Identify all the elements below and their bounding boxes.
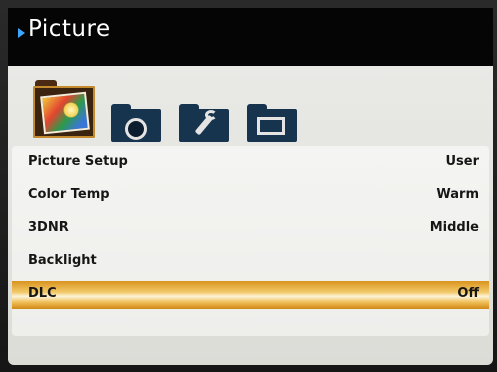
title-arrow-icon: [18, 28, 25, 38]
tv-screen: Picture Picture Setup User Color Temp Wa…: [0, 0, 497, 372]
menu-item-label: Color Temp: [28, 187, 110, 202]
category-icon-row: [33, 80, 333, 144]
menu-item-label: 3DNR: [28, 220, 69, 235]
menu-list: Picture Setup User Color Temp Warm 3DNR …: [12, 146, 489, 336]
menu-item-3dnr[interactable]: 3DNR Middle: [12, 215, 489, 243]
menu-item-label: Picture Setup: [28, 154, 128, 169]
menu-item-color-temp[interactable]: Color Temp Warm: [12, 182, 489, 210]
menu-item-value: Off: [457, 286, 479, 301]
menu-item-value: User: [445, 154, 479, 169]
page-title: Picture: [28, 16, 111, 42]
menu-item-picture-setup[interactable]: Picture Setup User: [12, 149, 489, 177]
menu-item-value: Warm: [436, 187, 479, 202]
picture-folder-icon[interactable]: [33, 80, 95, 140]
title-bar: Picture: [8, 8, 493, 66]
menu-item-value: Middle: [429, 220, 479, 235]
screen-folder-icon[interactable]: [247, 104, 297, 142]
menu-item-label: Backlight: [28, 253, 97, 268]
sound-folder-icon[interactable]: [111, 104, 161, 142]
tools-folder-icon[interactable]: [179, 104, 229, 142]
settings-panel: Picture Setup User Color Temp Warm 3DNR …: [8, 66, 493, 365]
menu-item-backlight[interactable]: Backlight: [12, 248, 489, 276]
menu-item-label: DLC: [28, 286, 57, 301]
menu-item-dlc[interactable]: DLC Off: [12, 281, 489, 309]
